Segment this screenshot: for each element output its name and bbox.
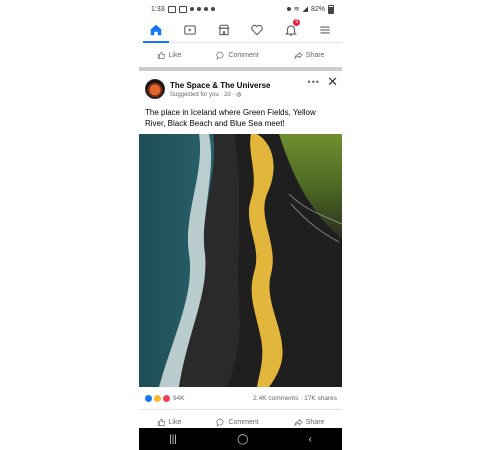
close-icon[interactable]: ✕ xyxy=(327,75,338,88)
comment-button[interactable]: Comment xyxy=(216,418,259,427)
nav-dating[interactable] xyxy=(242,19,272,41)
share-icon xyxy=(294,51,303,59)
back-icon[interactable]: ‹ xyxy=(309,434,312,445)
share-label: Share xyxy=(305,418,325,426)
battery-icon xyxy=(328,4,334,14)
comment-icon xyxy=(216,51,224,60)
app-notification-icon xyxy=(203,7,208,11)
wifi-icon: ≋ xyxy=(293,6,300,13)
system-nav-bar: ||| ◯ ‹ xyxy=(139,428,342,450)
status-time: 1:33 xyxy=(151,5,165,13)
thumbs-up-icon xyxy=(157,418,165,426)
post-header: The Space & The Universe Suggested for y… xyxy=(139,71,342,103)
comment-icon xyxy=(216,418,224,427)
post-photo[interactable] xyxy=(139,134,342,387)
share-button[interactable]: Share xyxy=(294,418,325,427)
like-button[interactable]: Like xyxy=(157,418,182,427)
comment-label: Comment xyxy=(228,51,259,59)
feed-post: The Space & The Universe Suggested for y… xyxy=(139,71,342,434)
comments-shares[interactable]: 2.4K comments · 17K shares xyxy=(253,395,337,402)
nav-marketplace[interactable] xyxy=(209,19,239,41)
recents-icon[interactable]: ||| xyxy=(169,434,177,445)
post-subtitle-text: Suggested for you · 2d · xyxy=(170,91,237,98)
reaction-count: 94K xyxy=(173,394,185,402)
thumbs-up-icon xyxy=(157,51,165,59)
like-button[interactable]: Like xyxy=(157,51,182,60)
reactions-summary[interactable]: 94K xyxy=(144,393,185,403)
nav-home[interactable] xyxy=(141,19,171,43)
like-label: Like xyxy=(168,418,182,426)
more-options-icon[interactable]: ••• xyxy=(308,77,320,87)
app-notification-icon xyxy=(178,5,187,13)
post-text: The place in Iceland where Green Fields,… xyxy=(145,108,316,128)
page-avatar[interactable] xyxy=(145,79,165,99)
heart-icon xyxy=(251,24,264,36)
like-reaction-icon xyxy=(144,393,153,403)
app-notification-icon xyxy=(210,7,215,11)
app-notification-icon xyxy=(167,5,176,13)
alarm-icon xyxy=(286,7,291,11)
wow-reaction-icon xyxy=(153,393,162,403)
status-bar: 1:33 ≋ ◢ 82% xyxy=(139,0,342,18)
signal-icon: ◢ xyxy=(302,6,308,13)
notification-badge: 9 xyxy=(293,19,301,26)
nav-menu[interactable] xyxy=(310,19,340,41)
video-icon xyxy=(183,25,196,35)
reactions-row: 94K 2.4K comments · 17K shares xyxy=(139,387,342,409)
share-icon xyxy=(294,418,303,426)
app-notification-icon xyxy=(196,7,201,11)
comment-button[interactable]: Comment xyxy=(216,51,259,60)
previous-post-actions: Like Comment Share xyxy=(139,43,342,67)
nav-notifications[interactable]: 9 xyxy=(276,19,306,41)
home-icon xyxy=(150,24,162,36)
menu-icon xyxy=(320,26,330,34)
post-meta: The Space & The Universe Suggested for y… xyxy=(170,81,270,98)
top-nav: 9 xyxy=(139,18,342,43)
comment-label: Comment xyxy=(228,418,259,426)
share-label: Share xyxy=(305,51,325,59)
love-reaction-icon xyxy=(162,393,171,403)
battery-percent: 82% xyxy=(310,5,325,13)
globe-icon: ◍ xyxy=(236,91,242,98)
page-name[interactable]: The Space & The Universe xyxy=(170,81,270,90)
post-subtitle: Suggested for you · 2d · ◍ xyxy=(170,91,270,98)
nav-video[interactable] xyxy=(175,19,205,41)
phone-screen: 1:33 ≋ ◢ 82% 9 Like Comment Share The Sp… xyxy=(139,0,342,450)
home-circle-icon[interactable]: ◯ xyxy=(237,434,248,445)
share-button[interactable]: Share xyxy=(294,51,325,60)
marketplace-icon xyxy=(218,24,230,36)
like-label: Like xyxy=(168,51,182,59)
instagram-icon xyxy=(189,7,194,11)
